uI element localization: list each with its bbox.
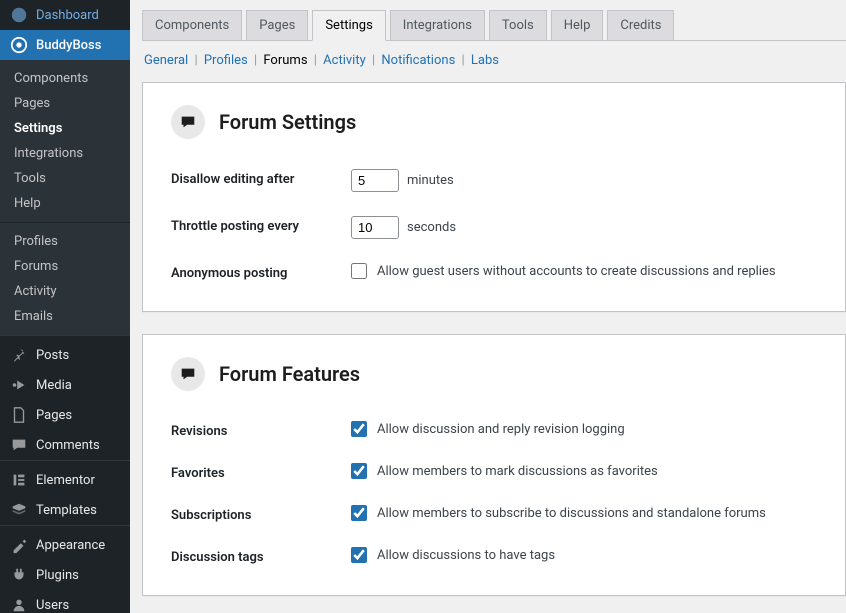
feature-label: Favorites: [171, 463, 351, 481]
subnav-forums[interactable]: Forums: [263, 53, 307, 68]
comment-icon: [10, 436, 28, 454]
sidebar-item-templates[interactable]: Templates: [0, 495, 130, 525]
sidebar-sub-components[interactable]: Components: [0, 66, 130, 91]
media-icon: [10, 376, 28, 394]
subnav-labs[interactable]: Labs: [471, 53, 499, 68]
feature-checkbox[interactable]: [351, 505, 367, 521]
anon-desc: Allow guest users without accounts to cr…: [377, 264, 776, 279]
feature-checkbox[interactable]: [351, 421, 367, 437]
sidebar-item-pages[interactable]: Pages: [0, 400, 130, 430]
page-icon: [10, 406, 28, 424]
templates-icon: [10, 501, 28, 519]
sidebar-submenu: Components Pages Settings Integrations T…: [0, 60, 130, 222]
sidebar-label: BuddyBoss: [36, 38, 101, 53]
sidebar-label: Appearance: [36, 538, 105, 553]
sidebar-item-plugins[interactable]: Plugins: [0, 560, 130, 590]
edit-lock-input[interactable]: [351, 169, 399, 192]
sidebar-sub-forums[interactable]: Forums: [0, 254, 130, 279]
subnav-notifications[interactable]: Notifications: [381, 53, 455, 68]
feature-label: Revisions: [171, 421, 351, 439]
sidebar-sub-emails[interactable]: Emails: [0, 304, 130, 329]
throttle-input[interactable]: [351, 216, 399, 239]
sidebar-item-buddyboss[interactable]: BuddyBoss: [0, 30, 130, 60]
sidebar-item-comments[interactable]: Comments: [0, 430, 130, 460]
user-icon: [10, 596, 28, 613]
forum-icon: [171, 357, 205, 391]
sidebar-label: Comments: [36, 438, 100, 453]
panel-title: Forum Features: [219, 362, 360, 386]
forum-settings-panel: Forum Settings Disallow editing after mi…: [142, 82, 846, 312]
sidebar-label: Posts: [36, 348, 69, 363]
plugin-icon: [10, 566, 28, 584]
sidebar-label: Media: [36, 378, 72, 393]
subnav-general[interactable]: General: [144, 53, 188, 68]
sidebar-label: Dashboard: [36, 8, 99, 23]
feature-label: Discussion tags: [171, 547, 351, 565]
tab-tools[interactable]: Tools: [489, 10, 547, 40]
edit-lock-label: Disallow editing after: [171, 169, 351, 187]
appearance-icon: [10, 536, 28, 554]
anon-label: Anonymous posting: [171, 263, 351, 281]
feature-desc: Allow discussions to have tags: [377, 548, 555, 563]
sidebar-sub-tools[interactable]: Tools: [0, 166, 130, 191]
admin-sidebar: Dashboard BuddyBoss Components Pages Set…: [0, 0, 130, 613]
edit-lock-suffix: minutes: [407, 173, 454, 188]
sidebar-label: Templates: [36, 503, 97, 518]
feature-desc: Allow discussion and reply revision logg…: [377, 422, 625, 437]
buddyboss-icon: [10, 36, 28, 54]
sidebar-item-media[interactable]: Media: [0, 370, 130, 400]
sidebar-sub-profiles[interactable]: Profiles: [0, 229, 130, 254]
tab-credits[interactable]: Credits: [607, 10, 674, 40]
tab-bar: Components Pages Settings Integrations T…: [142, 10, 846, 41]
tab-components[interactable]: Components: [142, 10, 242, 40]
sidebar-item-dashboard[interactable]: Dashboard: [0, 0, 130, 30]
main-content: Components Pages Settings Integrations T…: [130, 0, 846, 613]
sidebar-sub-help[interactable]: Help: [0, 191, 130, 216]
sidebar-submenu2: Profiles Forums Activity Emails: [0, 222, 130, 335]
sidebar-sub-settings[interactable]: Settings: [0, 116, 130, 141]
anon-checkbox[interactable]: [351, 263, 367, 279]
throttle-label: Throttle posting every: [171, 216, 351, 234]
feature-desc: Allow members to subscribe to discussion…: [377, 506, 766, 521]
sidebar-label: Users: [36, 598, 69, 613]
elementor-icon: [10, 471, 28, 489]
tab-pages[interactable]: Pages: [246, 10, 308, 40]
sidebar-item-appearance[interactable]: Appearance: [0, 530, 130, 560]
feature-checkbox[interactable]: [351, 547, 367, 563]
sidebar-label: Pages: [36, 408, 72, 423]
panel-title: Forum Settings: [219, 110, 356, 134]
tab-integrations[interactable]: Integrations: [390, 10, 485, 40]
tab-help[interactable]: Help: [551, 10, 604, 40]
sidebar-label: Elementor: [36, 473, 95, 488]
feature-checkbox[interactable]: [351, 463, 367, 479]
subnav-profiles[interactable]: Profiles: [204, 53, 248, 68]
forum-features-panel: Forum Features Revisions Allow discussion…: [142, 334, 846, 596]
sidebar-sub-activity[interactable]: Activity: [0, 279, 130, 304]
pin-icon: [10, 346, 28, 364]
sidebar-sub-pages[interactable]: Pages: [0, 91, 130, 116]
dashboard-icon: [10, 6, 28, 24]
sidebar-item-users[interactable]: Users: [0, 590, 130, 613]
sidebar-item-elementor[interactable]: Elementor: [0, 465, 130, 495]
subnav-activity[interactable]: Activity: [323, 53, 366, 68]
settings-subnav: General | Profiles | Forums | Activity |…: [142, 53, 846, 68]
sidebar-sub-integrations[interactable]: Integrations: [0, 141, 130, 166]
forum-icon: [171, 105, 205, 139]
throttle-suffix: seconds: [407, 220, 456, 235]
sidebar-item-posts[interactable]: Posts: [0, 340, 130, 370]
feature-desc: Allow members to mark discussions as fav…: [377, 464, 658, 479]
feature-label: Subscriptions: [171, 505, 351, 523]
tab-settings[interactable]: Settings: [312, 10, 385, 41]
sidebar-label: Plugins: [36, 568, 79, 583]
